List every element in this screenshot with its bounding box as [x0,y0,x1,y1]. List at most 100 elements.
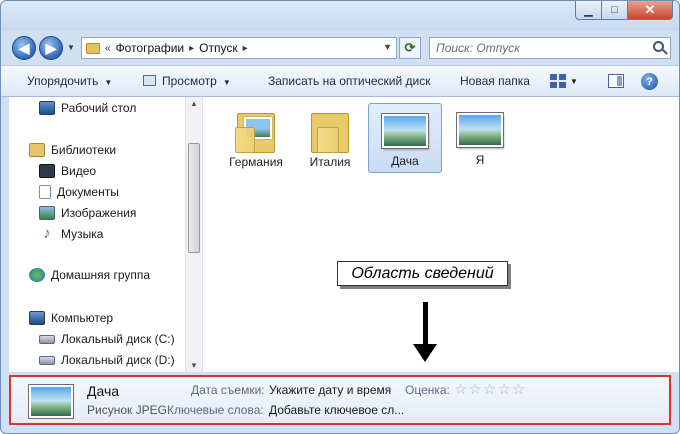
address-dropdown-icon[interactable]: ▼ [383,42,392,52]
minimize-button[interactable]: ▁ [575,1,602,20]
organize-label: Упорядочить [27,74,99,88]
libraries-icon [29,143,45,157]
preview-icon [143,75,156,86]
breadcrumb-separator[interactable]: ▸ [243,43,248,54]
close-button[interactable]: ✕ [628,1,673,20]
sidebar-item-images[interactable]: Изображения [39,204,136,222]
scrollbar-thumb[interactable] [188,143,200,253]
sidebar-item-label: Документы [57,185,119,199]
help-icon[interactable]: ? [641,73,658,90]
video-icon [39,164,55,178]
rating-stars[interactable]: ☆ ☆ ☆ ☆ ☆ [454,380,525,398]
star-icon[interactable]: ☆ [468,380,481,398]
maximize-button[interactable]: □ [602,1,628,20]
details-keywords-label: Ключевые слова: [167,403,264,417]
sidebar-item-label: Рабочий стол [61,101,137,115]
file-name: Италия [309,155,351,169]
documents-icon [39,185,51,199]
sidebar-item-music[interactable]: ♪ Музыка [39,225,103,243]
file-name: Германия [229,155,283,169]
search-placeholder: Поиск: Отпуск [436,41,520,55]
image-thumbnail-icon [457,113,503,147]
annotation-callout: Область сведений [337,261,508,286]
search-input[interactable]: Поиск: Отпуск [429,37,671,59]
star-icon[interactable]: ☆ [497,380,510,398]
breadcrumb-overflow[interactable]: « [105,43,111,54]
file-item-germany[interactable]: Германия [219,103,293,173]
views-icon[interactable] [550,74,566,88]
preview-pane-icon[interactable] [608,74,624,88]
image-thumbnail-icon [382,114,428,148]
sidebar-item-label: Компьютер [51,311,114,325]
details-keywords-value[interactable]: Добавьте ключевое сл... [269,403,404,417]
desktop-icon [39,101,55,115]
music-icon: ♪ [43,225,51,242]
scroll-down-icon[interactable]: ▼ [190,361,198,370]
sidebar-item-video[interactable]: Видео [39,162,96,180]
file-name: Я [475,153,485,167]
image-thumbnail-icon [29,385,73,418]
organize-button[interactable]: Упорядочить ▼ [27,74,112,88]
star-icon[interactable]: ☆ [483,380,496,398]
preview-label: Просмотр [162,74,217,88]
scroll-up-icon[interactable]: ▲ [190,99,198,108]
details-file-type: Рисунок JPEG [87,403,167,417]
drive-icon [39,334,55,344]
window-controls: ▁ □ ✕ [575,1,673,20]
chevron-down-icon: ▼ [222,78,231,87]
back-button[interactable]: ◀ [12,36,36,60]
breadcrumb-vacation[interactable]: Отпуск [199,41,237,55]
details-date-label: Дата съемки: [191,383,265,397]
title-bar: ▁ □ ✕ [1,1,679,31]
star-icon[interactable]: ☆ [512,380,525,398]
file-item-me[interactable]: Я [443,103,517,173]
sidebar-item-homegroup[interactable]: Домашняя группа [29,266,150,284]
sidebar-item-label: Изображения [61,206,137,220]
details-file-name: Дача [87,383,120,399]
search-icon[interactable] [653,41,664,52]
navigation-bar: ◀ ▶ ▼ « Фотографии ▸ Отпуск ▸ ▼ ⟳ Поиск:… [1,31,679,63]
sidebar-scrollbar[interactable]: ▲ ▼ [185,97,202,372]
file-list: Германия Италия Дача Я [203,97,679,372]
address-bar[interactable]: « Фотографии ▸ Отпуск ▸ ▼ [81,37,397,59]
drive-icon [39,355,55,365]
details-date-value[interactable]: Укажите дату и время [269,383,391,397]
sidebar-item-drive-c[interactable]: Локальный диск (C:) [39,330,175,348]
sidebar-item-label: Локальный диск (C:) [61,332,175,346]
annotation-arrow-head [413,344,437,362]
sidebar-item-label: Библиотеки [51,143,117,157]
new-folder-button[interactable]: Новая папка [460,74,530,88]
photo-folder-icon [235,107,277,153]
command-bar: Упорядочить ▼ Просмотр ▼ Записать на оптич… [1,65,679,97]
sidebar-item-desktop[interactable]: Рабочий стол [39,99,136,117]
homegroup-icon [29,268,45,282]
burn-button[interactable]: Записать на оптический диск [268,74,431,88]
details-pane: Дача Рисунок JPEG Дата съемки: Укажите д… [9,375,671,425]
sidebar-item-label: Музыка [61,227,104,241]
breadcrumb-separator[interactable]: ▸ [189,43,194,54]
file-item-dacha[interactable]: Дача [368,103,442,173]
file-name: Дача [391,154,419,168]
details-rating-label: Оценка: [405,383,450,397]
refresh-button[interactable]: ⟳ [399,37,421,59]
annotation-arrow [423,302,428,348]
star-icon[interactable]: ☆ [454,380,467,398]
navigation-pane: Рабочий стол Библиотеки Видео Документы … [9,97,203,372]
views-dropdown-icon[interactable]: ▼ [570,77,578,86]
sidebar-item-libraries[interactable]: Библиотеки [29,141,116,159]
sidebar-item-label: Видео [61,164,97,178]
sidebar-item-drive-d[interactable]: Локальный диск (D:) [39,351,175,369]
file-item-italy[interactable]: Италия [293,103,367,173]
breadcrumb-photos[interactable]: Фотографии [116,41,185,55]
sidebar-item-documents[interactable]: Документы [39,183,119,201]
forward-button[interactable]: ▶ [39,36,63,60]
sidebar-item-computer[interactable]: Компьютер [29,309,113,327]
computer-icon [29,311,45,325]
sidebar-item-label: Домашняя группа [51,268,151,282]
folder-icon [309,107,351,153]
recent-pages-dropdown[interactable]: ▼ [67,43,75,52]
preview-button[interactable]: Просмотр ▼ [143,74,231,88]
images-icon [39,206,55,220]
sidebar-item-label: Локальный диск (D:) [61,353,175,367]
explorer-window: ▁ □ ✕ ◀ ▶ ▼ « Фотографии ▸ Отпуск ▸ ▼ ⟳ … [0,0,680,434]
